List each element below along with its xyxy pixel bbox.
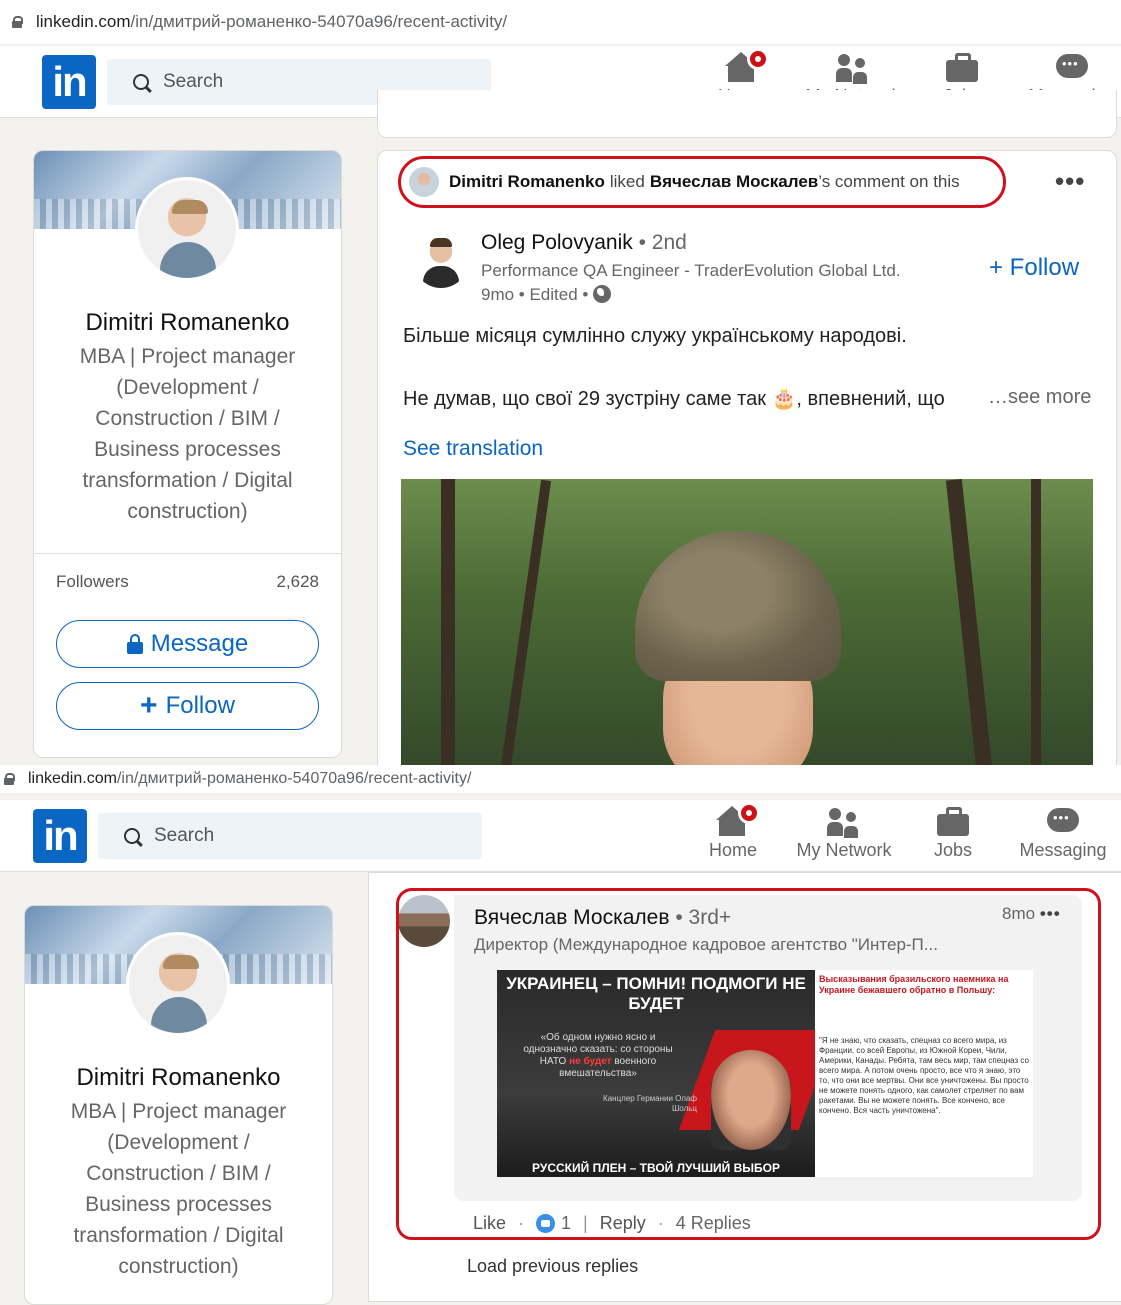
briefcase-icon	[936, 806, 970, 838]
post-meta-text: 9mo • Edited •	[481, 285, 589, 304]
lock-icon	[126, 634, 143, 654]
activity-verb: liked	[609, 172, 645, 191]
followers-count: 2,628	[276, 572, 319, 591]
post-author-avatar[interactable]	[413, 232, 469, 288]
url-path-2: /in/дмитрий-романенко-54070a96/recent-ac…	[116, 770, 472, 787]
post-author-line: Oleg Polovyanik • 2nd	[481, 231, 687, 255]
previous-post-card-edge	[377, 90, 1117, 138]
followers-row: Followers 2,628	[56, 572, 319, 592]
profile-card-2: Dimitri Romanenko MBA | Project manager …	[24, 905, 333, 1305]
nav-messaging-2[interactable]: Messaging	[1017, 806, 1109, 861]
post-text-line-1: Більше місяця сумлінно служу українськом…	[403, 325, 907, 347]
profile-name[interactable]: Dimitri Romanenko	[34, 309, 341, 337]
nav-my-network-2[interactable]: My Network	[791, 806, 897, 861]
lock-icon	[12, 16, 23, 28]
url-path: /in/дмитрий-романенко-54070a96/recent-ac…	[130, 12, 508, 31]
nav-home-2[interactable]: Home	[707, 802, 760, 861]
nav-my-network-label-2: My Network	[796, 840, 892, 860]
post-photo[interactable]	[401, 479, 1093, 765]
post-author-degree: • 2nd	[638, 231, 687, 254]
url-domain: linkedin.com	[36, 12, 131, 31]
profile-avatar-2[interactable]	[126, 932, 230, 1036]
home-icon	[725, 48, 769, 84]
notification-badge	[738, 802, 760, 824]
follow-profile-button[interactable]: + Follow	[56, 682, 319, 730]
lock-icon	[4, 773, 15, 785]
nav-messaging-label-2: Messaging	[1019, 840, 1107, 860]
messaging-icon	[1046, 806, 1080, 838]
briefcase-icon	[945, 52, 979, 84]
url-domain-2: linkedin.com	[28, 770, 117, 787]
actor-avatar[interactable]	[409, 167, 439, 197]
linkedin-logo-2[interactable]: in	[33, 809, 87, 863]
profile-card: Dimitri Romanenko MBA | Project manager …	[33, 150, 342, 758]
message-button-label: Message	[150, 630, 249, 657]
address-bar-2[interactable]: linkedin.com/in/дмитрий-романенко-54070a…	[0, 765, 1121, 793]
post-author-headline: Performance QA Engineer - TraderEvolutio…	[481, 261, 901, 280]
messaging-icon	[1055, 52, 1089, 84]
message-button[interactable]: Message	[56, 620, 319, 668]
profile-headline: MBA | Project manager (Development / Con…	[79, 345, 296, 523]
network-icon	[836, 52, 870, 84]
activity-target[interactable]: Вячеслав Москалев	[650, 172, 818, 192]
search-icon	[133, 74, 149, 90]
post-author-name[interactable]: Oleg Polovyanik	[481, 231, 633, 254]
profile-divider	[34, 553, 341, 554]
load-previous-replies-link[interactable]: Load previous replies	[467, 1256, 638, 1277]
top-navigation-2: in Search Home My Network Jobs Messaging	[0, 800, 1121, 872]
activity-actor[interactable]: Dimitri Romanenko	[449, 172, 605, 192]
search-input-2[interactable]: Search	[98, 813, 482, 859]
plus-icon: +	[140, 689, 158, 722]
linkedin-logo[interactable]: in	[42, 55, 96, 109]
search-placeholder: Search	[163, 71, 224, 92]
post-more-icon[interactable]: •••	[1055, 166, 1085, 197]
followers-label: Followers	[56, 572, 129, 591]
address-bar[interactable]: linkedin.com/in/дмитрий-романенко-54070a…	[0, 0, 1121, 44]
follow-author-button[interactable]: + Follow	[989, 254, 1079, 282]
network-icon	[827, 806, 861, 838]
nav-jobs-label-2: Jobs	[933, 840, 973, 860]
see-more-link[interactable]: …see more	[988, 386, 1091, 409]
nav-jobs-2[interactable]: Jobs	[929, 806, 977, 861]
home-icon	[716, 802, 760, 838]
search-placeholder-2: Search	[154, 825, 215, 846]
profile-avatar[interactable]	[135, 177, 239, 281]
follow-profile-button-label: Follow	[165, 692, 235, 719]
comment-highlight-box	[396, 888, 1101, 1240]
profile-headline-2: MBA | Project manager (Development / Con…	[70, 1100, 287, 1278]
post-meta: 9mo • Edited •	[481, 285, 612, 305]
search-icon	[124, 828, 140, 844]
profile-name-2[interactable]: Dimitri Romanenko	[25, 1064, 332, 1092]
nav-home-label-2: Home	[708, 840, 757, 860]
see-translation-link[interactable]: See translation	[403, 437, 543, 461]
activity-header: Dimitri Romanenko liked Вячеслав Москале…	[398, 156, 1006, 208]
globe-icon	[593, 285, 612, 303]
post-text-line-2: Не думав, що свої 29 зустріну саме так 🎂…	[403, 388, 945, 410]
activity-suffix: ’s comment on this	[818, 172, 960, 191]
notification-badge	[747, 48, 769, 70]
top-screenshot-pane: linkedin.com/in/дмитрий-романенко-54070a…	[0, 0, 1121, 765]
